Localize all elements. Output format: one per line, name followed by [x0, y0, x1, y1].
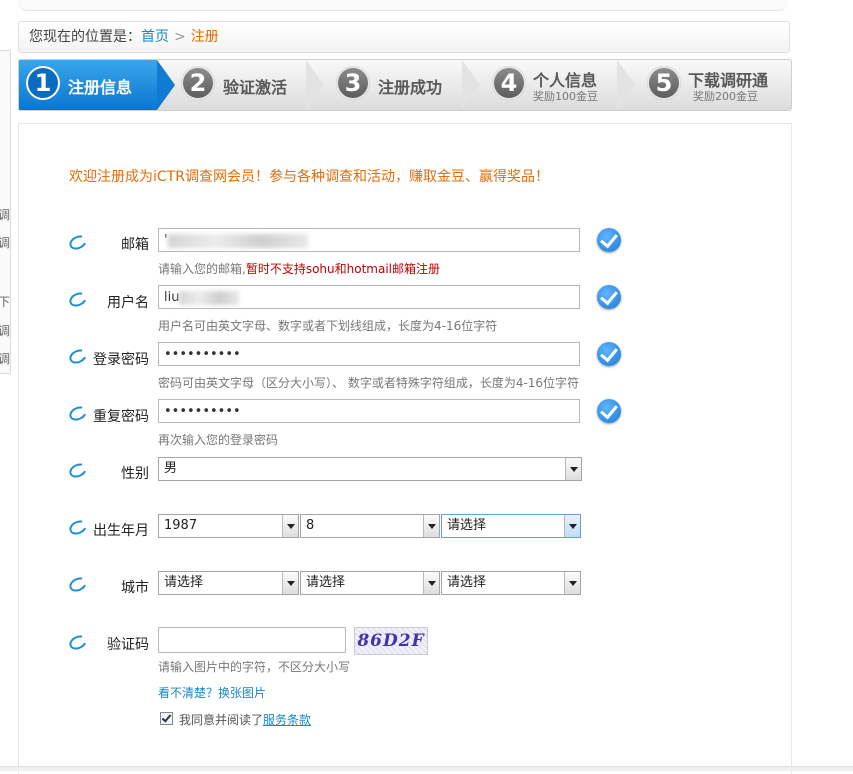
- step-arrow: [306, 60, 324, 110]
- step-5: 5 下载调研通 奖励200金豆: [645, 60, 791, 110]
- birth-month-select[interactable]: 8: [300, 514, 440, 538]
- username-redacted: [179, 290, 240, 305]
- sidebar-fragment: 调: [0, 352, 11, 366]
- repeat-password-label: 重复密码: [93, 409, 149, 425]
- step-2: 2 验证激活: [179, 60, 319, 110]
- breadcrumb-current: 注册: [190, 29, 219, 45]
- province-value: 请选择: [164, 575, 204, 590]
- top-panel-edge: [18, 0, 788, 11]
- captcha-refresh-link[interactable]: 看不清楚？换张图片: [158, 684, 266, 701]
- district-select[interactable]: 请选择: [441, 571, 581, 595]
- captcha-image[interactable]: 86D2F: [354, 627, 428, 655]
- chevron-down-icon[interactable]: [423, 515, 439, 537]
- birth-day-value: 请选择: [447, 518, 487, 533]
- step-reward: 奖励100金豆: [533, 90, 598, 103]
- password-hint: 密码可由英文字母（区分大小写）、 数字或者特殊字符组成，长度为4-16位字符: [158, 376, 580, 390]
- step-reward: 奖励200金豆: [693, 90, 758, 103]
- breadcrumb-separator: >: [174, 29, 186, 45]
- email-hint: 请输入您的邮箱,暂时不支持sohu和hotmail邮箱注册: [158, 260, 440, 277]
- email-hint-warning: 暂时不支持sohu和hotmail邮箱注册: [245, 262, 440, 276]
- password-field[interactable]: ••••••••••: [158, 342, 580, 366]
- step-title: 注册成功: [378, 78, 443, 97]
- birth-day-select[interactable]: 请选择: [441, 514, 581, 538]
- sidebar-fragment: 下: [0, 295, 11, 309]
- breadcrumb-lead: 您现在的位置是：: [29, 29, 141, 45]
- captcha-hint: 请输入图片中的字符，不区分大小写: [158, 660, 351, 674]
- email-redacted: [167, 233, 308, 248]
- step-4: 4 个人信息 奖励100金豆: [490, 60, 630, 110]
- sidebar-fragment: 调: [0, 324, 11, 338]
- chevron-down-icon[interactable]: [565, 458, 581, 480]
- agree-terms: 我同意并阅读了服务条款: [160, 711, 311, 728]
- step-arrow: [157, 60, 175, 110]
- birth-year-value: 1987: [164, 518, 198, 533]
- repeat-password-valid-check-icon: [597, 399, 621, 423]
- username-hint: 用户名可由英文字母、数字或者下划线组成，长度为4-16位字符: [158, 319, 498, 333]
- agree-text: 我同意并阅读了: [179, 713, 264, 727]
- password-label: 登录密码: [93, 352, 149, 368]
- email-valid-check-icon: [597, 228, 621, 252]
- chevron-down-icon[interactable]: [423, 572, 439, 594]
- username-label: 用户名: [107, 295, 149, 311]
- birth-label: 出生年月: [93, 523, 149, 539]
- welcome-message: 欢迎注册成为iCTR调查网会员！参与各种调查和活动，赚取金豆、赢得奖品！: [69, 169, 549, 185]
- username-value: liu: [164, 290, 180, 305]
- step-number: 1: [26, 66, 60, 100]
- city-select[interactable]: 请选择: [300, 571, 440, 595]
- chevron-down-icon[interactable]: [564, 515, 580, 537]
- step-title: 注册信息: [68, 78, 133, 97]
- registration-panel: [18, 123, 792, 774]
- step-number: 2: [181, 66, 215, 100]
- step-3: 3 注册成功: [334, 60, 474, 110]
- birth-year-select[interactable]: 1987: [158, 514, 299, 538]
- breadcrumb: 您现在的位置是：首页 > 注册: [18, 21, 790, 53]
- step-title: 验证激活: [223, 78, 288, 97]
- breadcrumb-home-link[interactable]: 首页: [141, 29, 169, 45]
- registration-steps: 1 注册信息 2 验证激活 3 注册成功 4 个人信息 奖励100金豆 5 下载…: [18, 59, 792, 111]
- chevron-down-icon[interactable]: [282, 515, 298, 537]
- captcha-field[interactable]: [158, 627, 346, 653]
- terms-link[interactable]: 服务条款: [263, 713, 311, 727]
- username-valid-check-icon: [597, 285, 621, 309]
- captcha-label: 验证码: [107, 637, 149, 653]
- gender-label: 性别: [121, 466, 149, 482]
- step-1: 1 注册信息: [19, 60, 157, 110]
- sidebar-clipped: 调 调 下 调 调: [0, 50, 11, 374]
- chevron-down-icon[interactable]: [564, 572, 580, 594]
- page-bottom-edge: [0, 766, 853, 771]
- gender-value: 男: [164, 461, 178, 476]
- sidebar-fragment: 调: [0, 208, 11, 222]
- password-valid-check-icon: [597, 342, 621, 366]
- district-value: 请选择: [447, 575, 487, 590]
- step-number: 3: [336, 66, 370, 100]
- agree-checkbox[interactable]: [160, 712, 173, 725]
- email-hint-text: 请输入您的邮箱,: [158, 262, 246, 276]
- step-number: 5: [647, 66, 681, 100]
- gender-select[interactable]: 男: [158, 457, 582, 481]
- city-label: 城市: [121, 580, 149, 596]
- email-field[interactable]: ': [158, 228, 580, 252]
- step-number: 4: [492, 66, 526, 100]
- birth-month-value: 8: [306, 518, 315, 533]
- repeat-password-field[interactable]: ••••••••••: [158, 399, 580, 423]
- repeat-password-hint: 再次输入您的登录密码: [158, 433, 279, 447]
- email-label: 邮箱: [121, 237, 149, 253]
- step-arrow: [617, 60, 635, 110]
- city-value: 请选择: [306, 575, 346, 590]
- province-select[interactable]: 请选择: [158, 571, 299, 595]
- chevron-down-icon[interactable]: [282, 572, 298, 594]
- sidebar-fragment: 调: [0, 236, 11, 250]
- username-field[interactable]: liu: [158, 285, 580, 309]
- step-arrow: [462, 60, 480, 110]
